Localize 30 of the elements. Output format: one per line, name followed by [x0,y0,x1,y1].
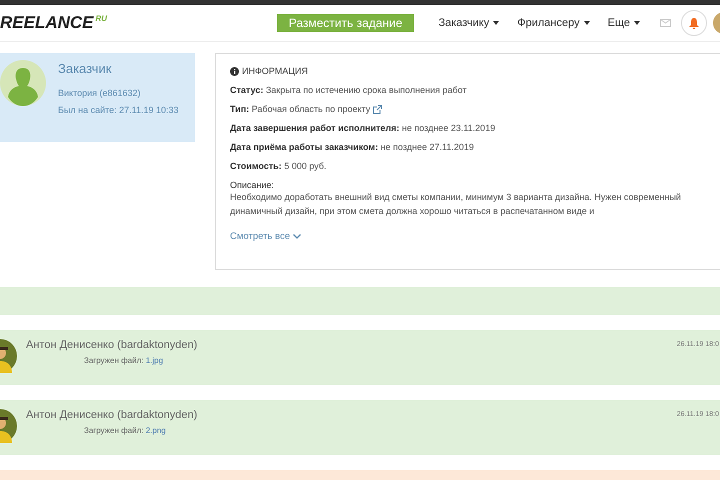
bell-icon [689,18,699,28]
author-name: Антон Денисенко (bardaktonyden) [26,409,198,421]
menu-item[interactable]: Фрилансеру [517,17,590,29]
info-field: Стоимость: 5 000 руб. [230,161,326,171]
file-link[interactable]: 2.png [146,426,166,435]
info-icon [230,66,239,76]
menu-item[interactable]: Заказчику [438,17,500,29]
uploaded-file-text: Загружен файл: 2.png [84,426,167,435]
section-heading: ИНФОРМАЦИЯ [242,66,308,76]
caret-icon [584,21,590,25]
external-link-icon[interactable] [373,104,382,114]
notification-button[interactable] [681,10,707,36]
show-all-link[interactable]: Смотреть все [230,231,706,242]
mail-icon[interactable] [660,19,671,27]
menu-item[interactable]: Еще [608,17,640,29]
chevron-down-icon [292,234,301,239]
caret-icon [493,21,500,25]
info-field: Статус: Закрыта по истечению срока выполнения работ [230,85,467,95]
last-seen-text: Был на сайте: 27.11.19 10:33 [58,105,179,115]
info-field: Тип: Рабочая область по проекту [230,104,370,114]
uploaded-file-text: Загружен файл: 1.jpg [84,356,164,365]
caret-icon [634,21,640,25]
card-title: Заказчик [58,61,112,76]
author-name: Антон Денисенко (bardaktonyden) [26,339,198,351]
customer-name: Виктория (e861632) [58,88,142,98]
info-field: Дата завершения работ исполнителя: не позднее 23.11.2019 [230,123,496,133]
description-label: Описание: [230,180,275,190]
info-field: Дата приёма работы заказчиком: не позднее 27.11.2019 [230,142,474,152]
file-link[interactable]: 1.jpg [146,356,164,365]
description-text: Необходимо доработать внешний вид сметы компании, минимум 3 варианта дизайна. Нужен современный динамичный дизайн, при этом смета должна хорошо читаться в распечатанном виде и [230,191,682,218]
